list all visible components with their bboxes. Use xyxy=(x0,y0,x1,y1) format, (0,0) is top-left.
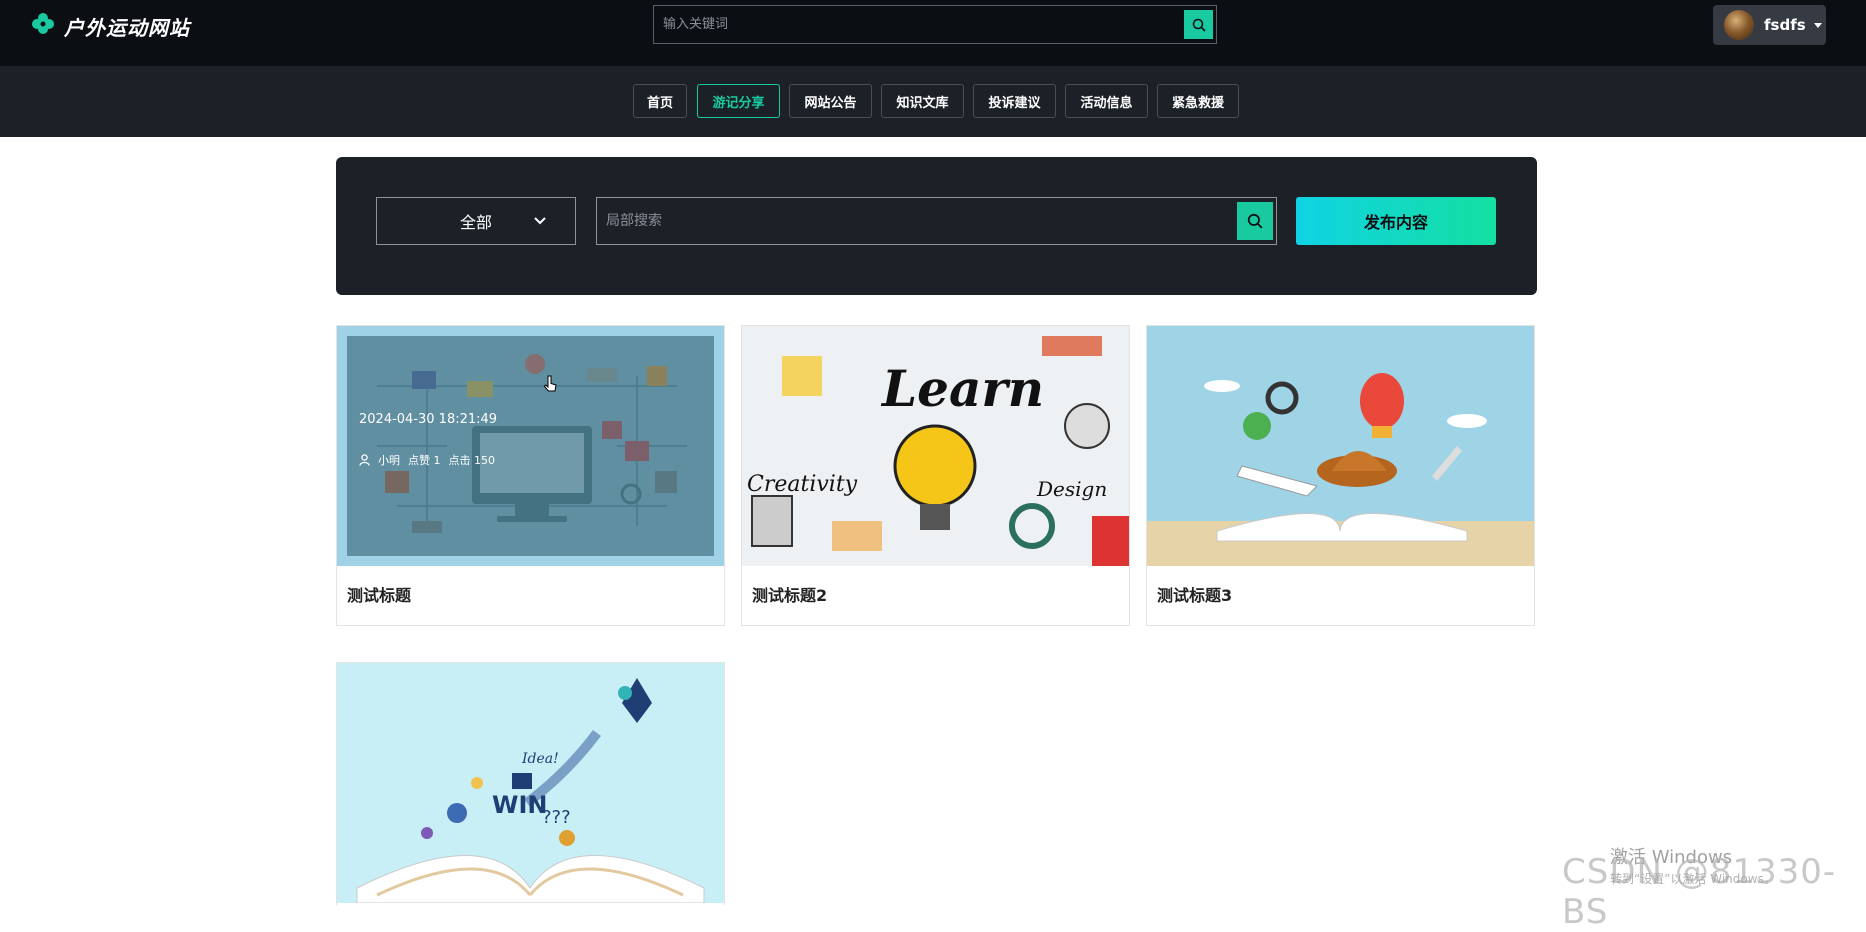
local-search: 局部搜索 xyxy=(596,197,1277,245)
post-title[interactable]: 测试标题2 xyxy=(752,582,827,606)
avatar xyxy=(1724,10,1754,40)
global-search-button[interactable] xyxy=(1184,10,1213,39)
post-title[interactable]: 测试标题3 xyxy=(1157,582,1232,606)
post-card[interactable]: WIN ??? Idea! xyxy=(336,662,725,905)
global-search-input[interactable]: 输入关键词 xyxy=(663,6,728,43)
user-menu[interactable]: fsdfs xyxy=(1713,5,1826,45)
caret-down-icon xyxy=(1813,22,1822,28)
csdn-watermark: CSDN @81330-BS xyxy=(1562,852,1837,932)
nav-emergency[interactable]: 紧急救援 xyxy=(1157,84,1239,118)
nav-activities[interactable]: 活动信息 xyxy=(1065,84,1148,118)
nav-complaints[interactable]: 投诉建议 xyxy=(973,84,1056,118)
clover-logo-icon xyxy=(30,11,56,41)
site-logo[interactable]: 户外运动网站 xyxy=(30,10,190,42)
global-search: 输入关键词 xyxy=(653,5,1217,44)
svg-text:Creativity: Creativity xyxy=(747,472,858,497)
svg-text:Design: Design xyxy=(1036,477,1107,501)
post-title[interactable]: 测试标题 xyxy=(347,582,411,606)
site-title: 户外运动网站 xyxy=(64,15,190,40)
nav-knowledge[interactable]: 知识文库 xyxy=(881,84,964,118)
category-select[interactable]: 全部 xyxy=(376,197,576,245)
post-card[interactable]: Learn Creativity Design 测试标题2 xyxy=(741,325,1130,626)
username: fsdfs xyxy=(1764,16,1806,34)
local-search-button[interactable] xyxy=(1237,202,1273,240)
nav-announcements[interactable]: 网站公告 xyxy=(789,84,872,118)
svg-text:Learn: Learn xyxy=(880,359,1044,418)
filter-panel: 全部 局部搜索 发布内容 xyxy=(336,157,1537,295)
nav-travel-share[interactable]: 游记分享 xyxy=(697,84,780,118)
post-image: WIN ??? Idea! xyxy=(337,663,724,903)
post-views: 点击 150 xyxy=(448,454,496,467)
post-date: 2024-04-30 18:21:49 xyxy=(359,412,498,427)
top-bar: 户外运动网站 输入关键词 fsdfs xyxy=(0,0,1866,66)
nav-home[interactable]: 首页 xyxy=(633,84,687,118)
svg-text:???: ??? xyxy=(542,807,571,828)
main-nav: 首页 游记分享 网站公告 知识文库 投诉建议 活动信息 紧急救援 xyxy=(0,66,1866,137)
post-author: 小明 xyxy=(378,454,400,467)
local-search-input[interactable]: 局部搜索 xyxy=(606,198,662,244)
category-selected-value: 全部 xyxy=(459,213,492,232)
post-image: 2024-04-30 18:21:49 小明 点赞 1 点击 150 xyxy=(337,326,724,566)
chevron-down-icon xyxy=(534,217,546,225)
post-image xyxy=(1147,326,1534,566)
post-likes: 点赞 1 xyxy=(408,454,441,467)
post-meta: 小明 点赞 1 点击 150 xyxy=(359,452,495,468)
svg-text:Idea!: Idea! xyxy=(521,751,559,767)
mouse-cursor-icon xyxy=(543,375,557,392)
post-card[interactable]: 测试标题3 xyxy=(1146,325,1535,626)
search-icon xyxy=(1192,18,1206,32)
publish-button[interactable]: 发布内容 xyxy=(1296,197,1496,245)
search-icon xyxy=(1247,213,1263,229)
post-card[interactable]: 2024-04-30 18:21:49 小明 点赞 1 点击 150 测试标题 xyxy=(336,325,725,626)
svg-text:WIN: WIN xyxy=(492,791,548,819)
post-image: Learn Creativity Design xyxy=(742,326,1129,566)
user-icon xyxy=(359,454,370,466)
activate-windows-subtext: 转到“设置”以激活 Windows。 xyxy=(1610,872,1776,886)
